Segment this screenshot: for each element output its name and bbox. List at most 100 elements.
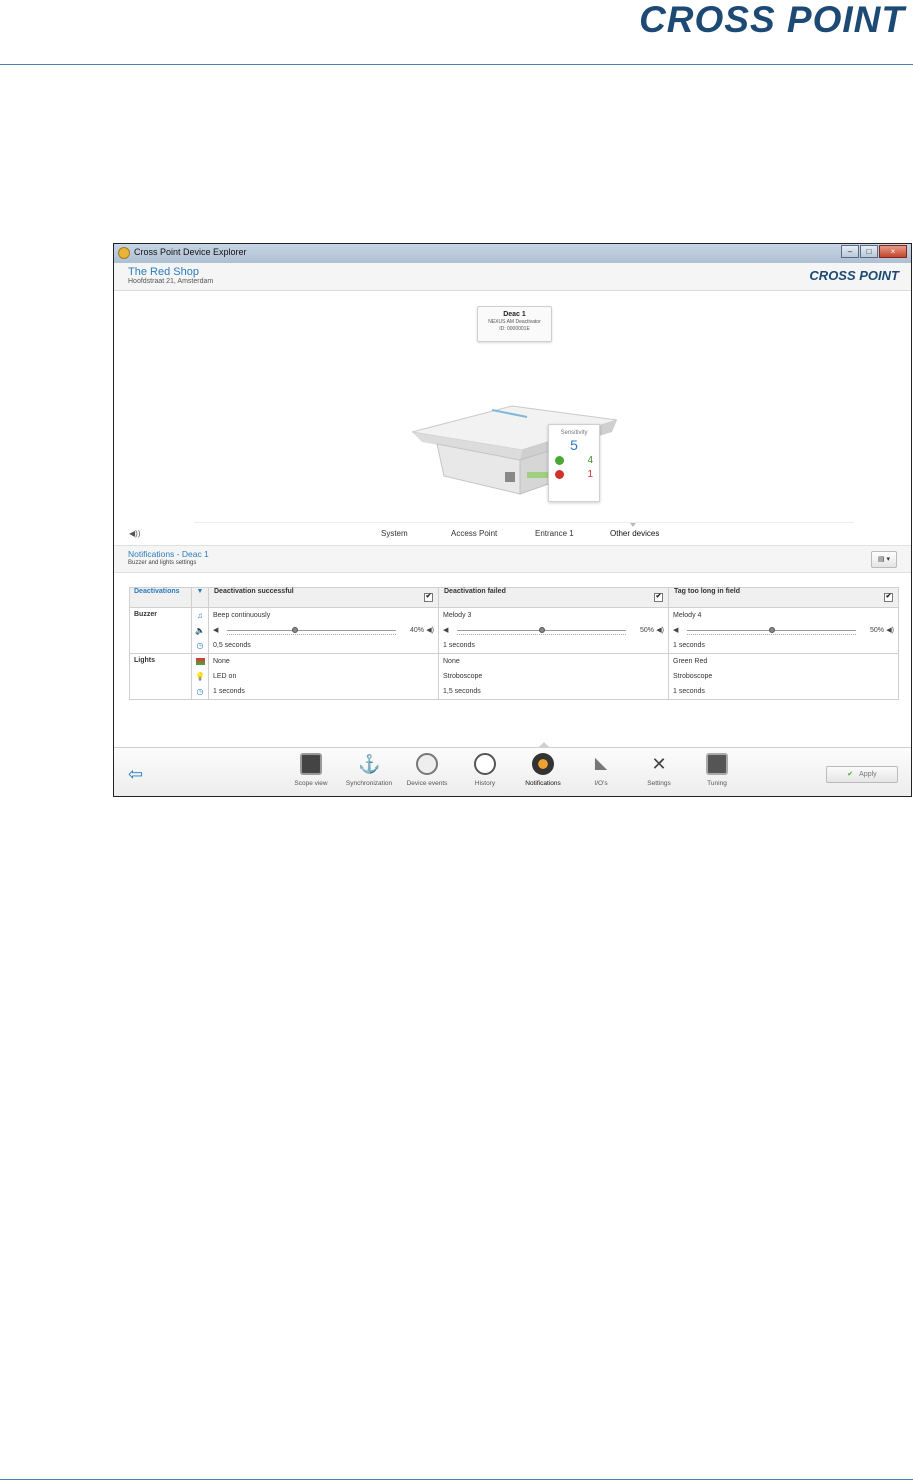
maximize-button[interactable]: □ — [860, 245, 878, 258]
shop-address: Hoofdstraat 21, Amsterdam — [128, 278, 214, 285]
buzzer-duration[interactable]: 1 seconds — [669, 638, 898, 653]
sensitivity-popup[interactable]: Sensitivity 5 4 1 — [548, 424, 600, 502]
app-logo: CROSS POINT — [809, 268, 899, 283]
buzzer-row-label: Buzzer — [129, 607, 192, 654]
window-title: Cross Point Device Explorer — [134, 247, 247, 257]
column-label: Tag too long in field — [674, 588, 740, 595]
light-mode[interactable]: Stroboscope — [439, 669, 668, 684]
app-window: Cross Point Device Explorer – □ × The Re… — [113, 243, 912, 797]
apply-button[interactable]: ✔ Apply — [826, 766, 898, 783]
volume-low-icon: ◀ — [673, 627, 679, 634]
buzzer-sound[interactable]: Melody 3 — [439, 608, 668, 623]
buzzer-sound[interactable]: Beep continuously — [209, 608, 438, 623]
buzzer-duration[interactable]: 0,5 seconds — [209, 638, 438, 653]
check-icon: ✔ — [847, 771, 854, 778]
tool-label: Device events — [406, 780, 448, 787]
volume-icon: 🔈 — [195, 626, 205, 635]
tab-system[interactable]: System — [381, 529, 408, 538]
notifications-subtitle: Buzzer and lights settings — [128, 560, 197, 566]
notifications-title: Notifications - Deac 1 — [128, 549, 209, 559]
volume-high-icon: ◀) — [426, 627, 434, 634]
lights-row: Lights 💡 ◷ None LED on 1 seconds None St… — [129, 653, 899, 700]
device-id: ID: 0000001E — [499, 326, 530, 332]
clock-icon: ◷ — [196, 641, 204, 650]
tabs-divider — [194, 522, 854, 523]
tool-label: History — [474, 780, 496, 787]
slider-knob[interactable] — [538, 627, 545, 633]
notifications-header: Notifications - Deac 1 Buzzer and lights… — [114, 545, 911, 573]
slider-track[interactable] — [457, 627, 626, 633]
volume-percent: 40% — [409, 627, 424, 634]
minimize-button[interactable]: – — [841, 245, 859, 258]
lights-cell: None Stroboscope 1,5 seconds — [438, 653, 669, 700]
light-color[interactable]: None — [209, 654, 438, 669]
device-events-icon — [416, 753, 438, 775]
volume-high-icon: ◀) — [656, 627, 664, 634]
enable-checkbox[interactable]: ✔ — [424, 593, 433, 602]
lights-cell: Green Red Stroboscope 1 seconds — [668, 653, 899, 700]
tool-settings[interactable]: ✕ Settings — [629, 753, 689, 787]
buzzer-duration[interactable]: 1 seconds — [439, 638, 668, 653]
light-duration[interactable]: 1,5 seconds — [439, 684, 668, 699]
sensitivity-up-row[interactable]: 4 — [549, 453, 599, 467]
tool-label: I/O's — [594, 780, 608, 787]
slider-track[interactable] — [687, 627, 856, 633]
tab-entrance-1[interactable]: Entrance 1 — [535, 529, 574, 538]
table-header-row: Deactivations ▼ Deactivation successful ✔… — [129, 587, 899, 608]
tool-synchronization[interactable]: ⚓ Synchronization — [339, 753, 399, 787]
slider-knob[interactable] — [768, 627, 775, 633]
tool-ios[interactable]: ◣ I/O's — [571, 753, 631, 787]
lights-cell: None LED on 1 seconds — [208, 653, 439, 700]
device-card[interactable]: Deac 1 NEXUS AM Deactivator ID: 0000001E — [477, 306, 552, 342]
page-logo: CROSS POINT — [639, 0, 905, 40]
close-button[interactable]: × — [879, 245, 907, 258]
column-header: Deactivation failed ✔ — [438, 587, 669, 608]
bottom-toolbar: ⇦ Scope view ⚓ Synchronization Device ev… — [114, 742, 911, 796]
back-arrow-icon[interactable]: ⇦ — [128, 764, 143, 785]
slider-knob[interactable] — [291, 627, 298, 633]
volume-percent: 50% — [639, 627, 654, 634]
sensitivity-value: 5 — [570, 437, 578, 453]
dropdown-icon[interactable]: ▼ — [191, 587, 209, 608]
tool-history[interactable]: History — [455, 753, 515, 787]
shop-name: The Red Shop — [128, 266, 199, 278]
light-duration[interactable]: 1 seconds — [209, 684, 438, 699]
tab-other-devices[interactable]: Other devices — [610, 529, 659, 538]
slider-ticks — [227, 634, 396, 637]
tool-device-events[interactable]: Device events — [397, 753, 457, 787]
sensitivity-down-row[interactable]: 1 — [549, 467, 599, 481]
tab-access-point[interactable]: Access Point — [451, 529, 497, 538]
volume-slider[interactable]: ◀ 50% ◀) — [669, 623, 898, 638]
light-mode[interactable]: LED on — [209, 669, 438, 684]
app-icon — [118, 247, 130, 259]
active-tab-caret — [630, 523, 636, 527]
tool-notifications[interactable]: Notifications — [513, 753, 573, 787]
buzzer-sound[interactable]: Melody 4 — [669, 608, 898, 623]
music-note-icon: ♫ — [197, 611, 203, 620]
volume-icon[interactable]: ◀)) — [129, 529, 140, 538]
slider-track[interactable] — [227, 627, 396, 633]
increase-icon[interactable] — [555, 455, 564, 465]
deactivations-header[interactable]: Deactivations — [129, 587, 192, 608]
light-mode[interactable]: Stroboscope — [669, 669, 898, 684]
enable-checkbox[interactable]: ✔ — [884, 593, 893, 602]
enable-checkbox[interactable]: ✔ — [654, 593, 663, 602]
light-duration[interactable]: 1 seconds — [669, 684, 898, 699]
volume-slider[interactable]: ◀ 40% ◀) — [209, 623, 438, 638]
notifications-table: Deactivations ▼ Deactivation successful ✔… — [129, 587, 899, 700]
buzzer-icons: ♫ 🔈 ◷ — [191, 607, 209, 654]
device-name: Deac 1 — [503, 311, 526, 318]
tool-scope-view[interactable]: Scope view — [281, 753, 341, 787]
volume-low-icon: ◀ — [213, 627, 219, 634]
document-menu-button[interactable]: ▤ ▾ — [871, 551, 897, 568]
title-bar[interactable]: Cross Point Device Explorer – □ × — [114, 244, 911, 264]
clock-icon — [474, 753, 496, 775]
decrease-icon[interactable] — [555, 469, 564, 479]
volume-slider[interactable]: ◀ 50% ◀) — [439, 623, 668, 638]
light-color[interactable]: Green Red — [669, 654, 898, 669]
tool-label: Synchronization — [345, 780, 393, 787]
light-color[interactable]: None — [439, 654, 668, 669]
page-rule-bottom — [0, 1479, 913, 1480]
tool-tuning[interactable]: Tuning — [687, 753, 747, 787]
slider-ticks — [457, 634, 626, 637]
